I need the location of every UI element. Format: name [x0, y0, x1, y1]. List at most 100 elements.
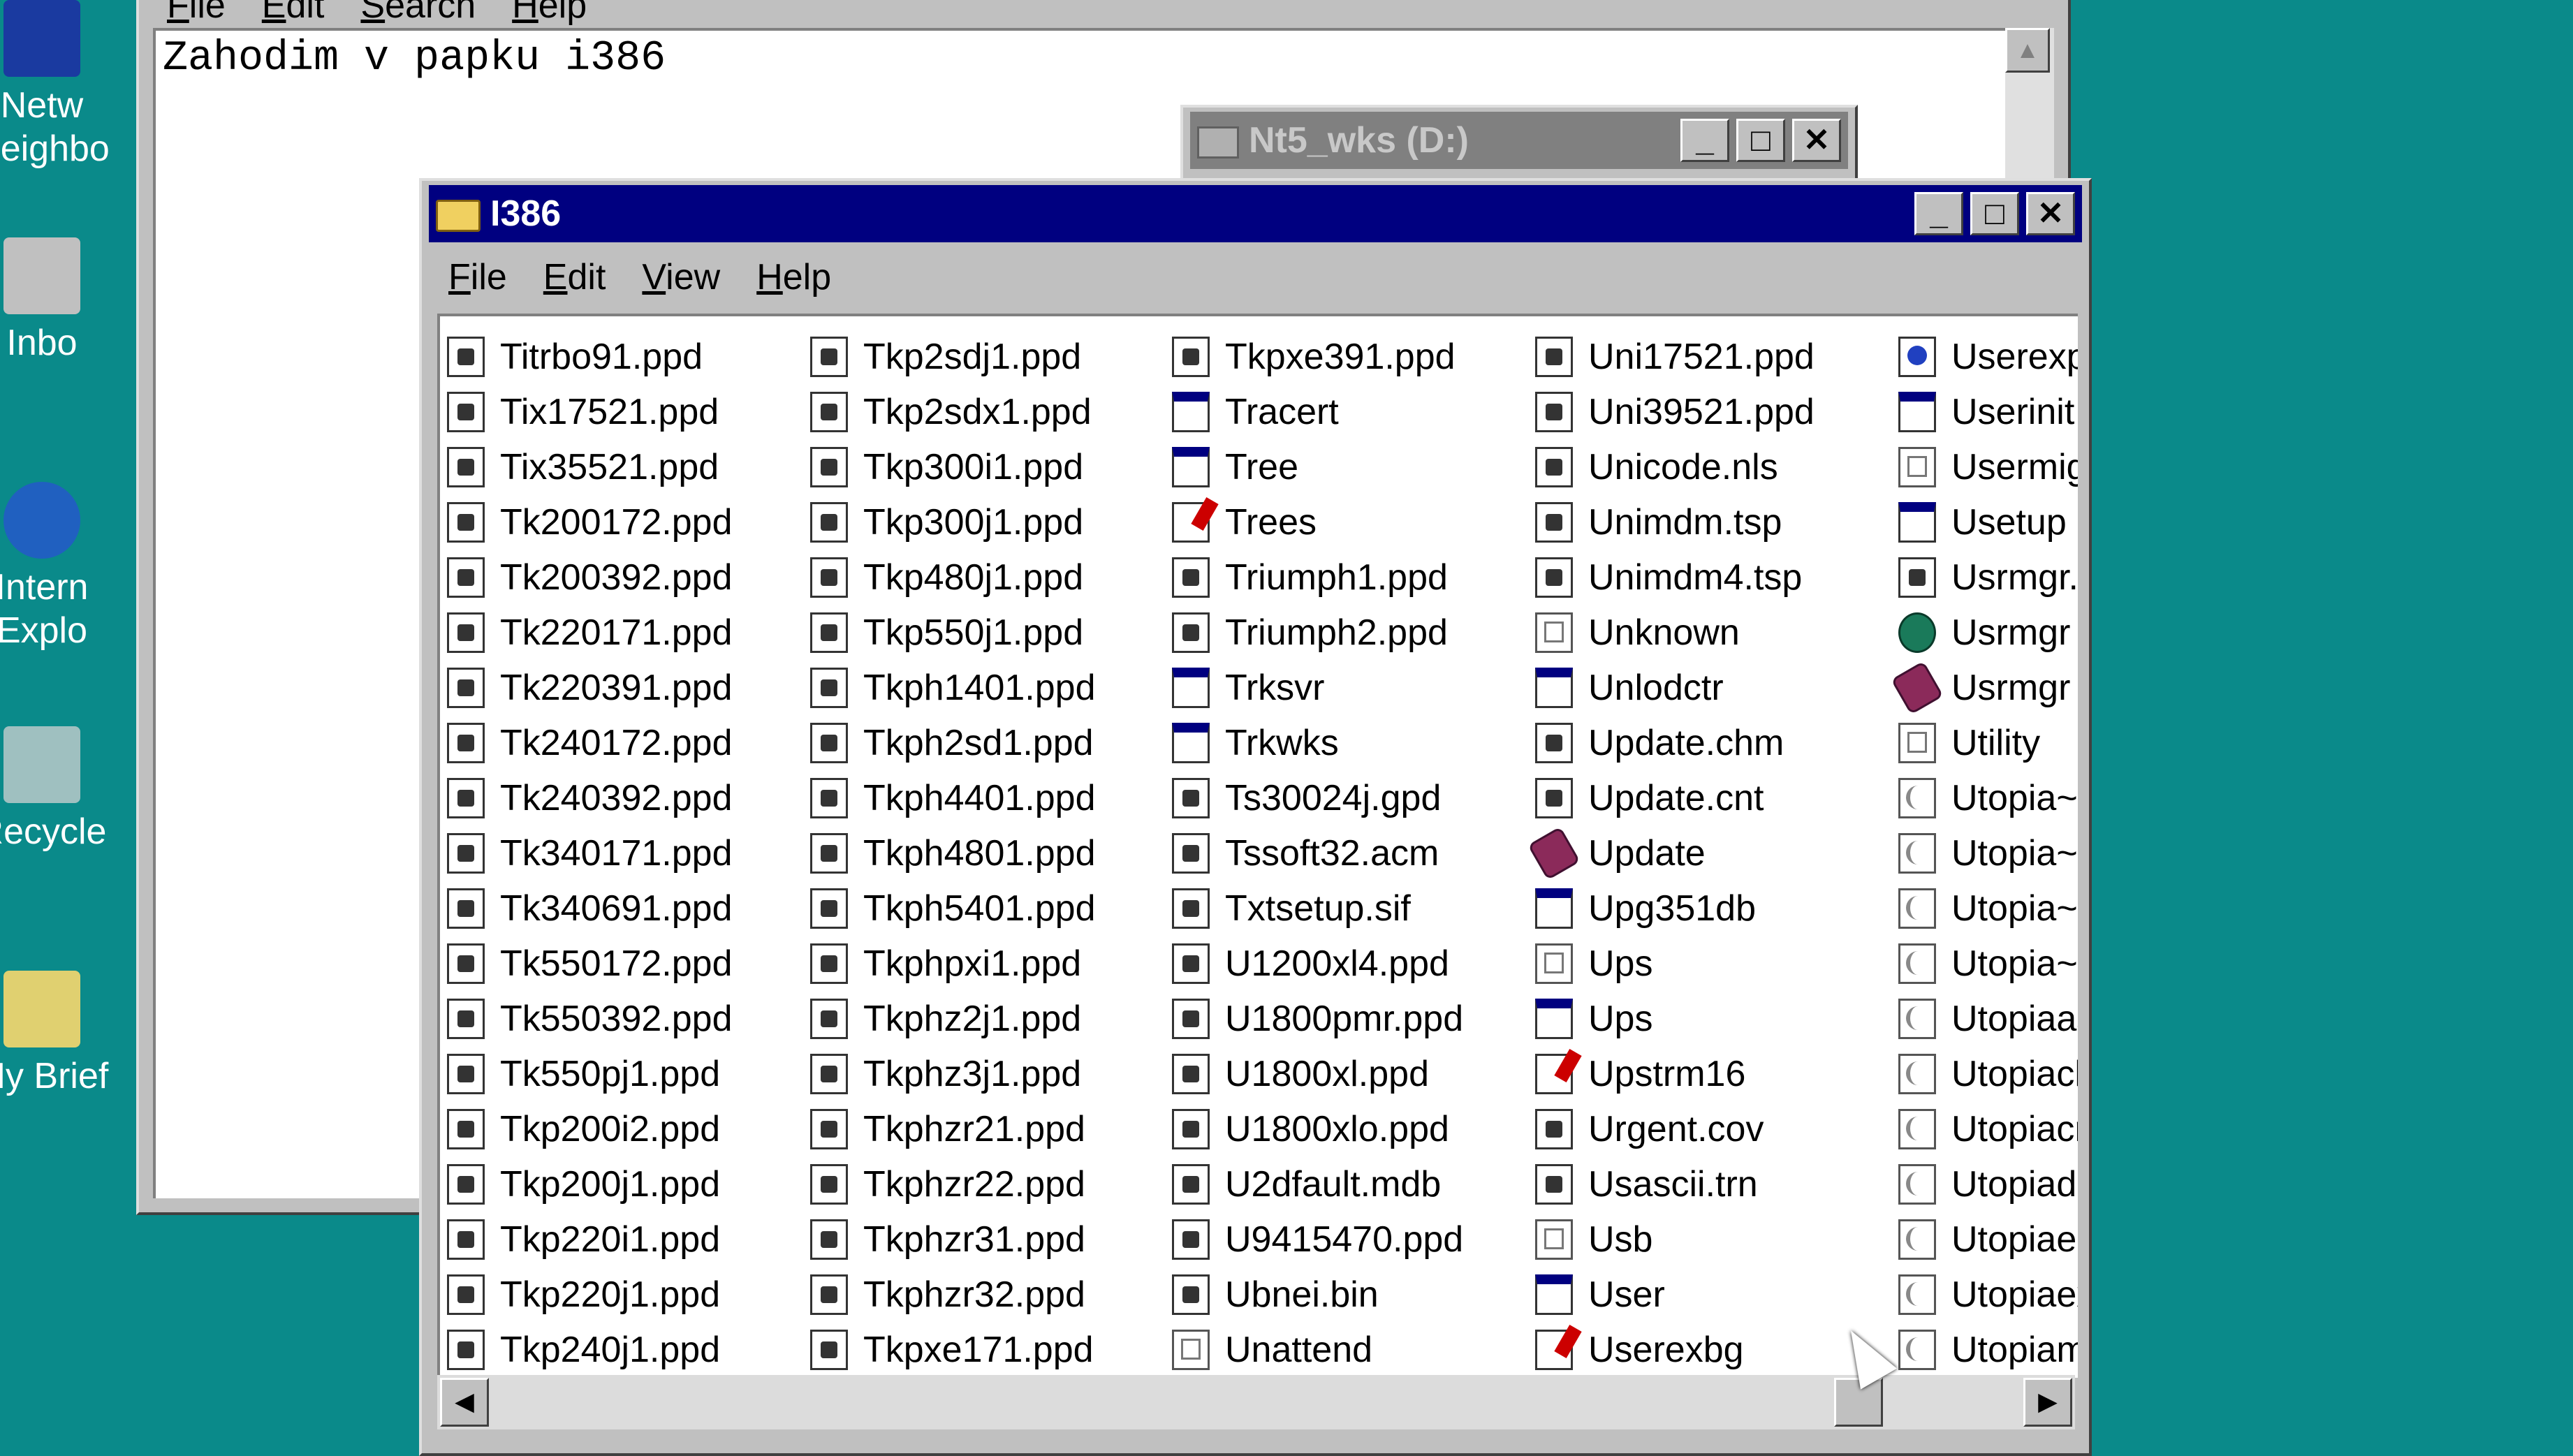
notepad-menu-help[interactable]: Help — [512, 0, 587, 27]
file-item[interactable]: Txtsetup.sif — [1172, 881, 1463, 936]
file-item[interactable]: Utopiaex — [1898, 1267, 2078, 1322]
file-item[interactable]: Utopia~1 — [1898, 770, 2078, 825]
file-item[interactable]: Tkp240j1.ppd — [447, 1322, 733, 1377]
file-item[interactable]: Utopiaas — [1898, 991, 2078, 1046]
file-item[interactable]: Tkphz3j1.ppd — [810, 1046, 1096, 1101]
file-item[interactable]: Tkp550j1.ppd — [810, 605, 1096, 660]
file-item[interactable]: U9415470.ppd — [1172, 1212, 1463, 1267]
file-item[interactable]: Usetup — [1898, 494, 2078, 550]
file-item[interactable]: Uni39521.ppd — [1535, 384, 1815, 439]
file-item[interactable]: Tk240172.ppd — [447, 715, 733, 770]
file-item[interactable]: Utopia~4 — [1898, 936, 2078, 991]
file-item[interactable]: Usrmgr — [1891, 660, 2078, 715]
file-item[interactable]: Userinit — [1898, 384, 2078, 439]
notepad-menu-search[interactable]: Search — [360, 0, 476, 27]
maximize-button[interactable]: □ — [1736, 119, 1785, 162]
file-item[interactable]: User — [1535, 1267, 1815, 1322]
file-item[interactable]: Tkphzr32.ppd — [810, 1267, 1096, 1322]
file-item[interactable]: Triumph2.ppd — [1172, 605, 1463, 660]
notepad-menu-file[interactable]: File — [167, 0, 226, 27]
file-item[interactable]: Triumph1.ppd — [1172, 550, 1463, 605]
file-item[interactable]: U1800xlo.ppd — [1172, 1101, 1463, 1156]
close-button[interactable]: ✕ — [2026, 192, 2075, 235]
folder-window[interactable]: I386 _ □ ✕ File Edit View Help Titrbo91.ppd… — [419, 178, 2092, 1456]
file-item[interactable]: Tkphpxi1.ppd — [810, 936, 1096, 991]
file-item[interactable]: Tkphzr22.ppd — [810, 1156, 1096, 1212]
desktop-icon[interactable]: My Brief — [0, 971, 112, 1098]
file-item[interactable]: Tkp2sdj1.ppd — [810, 329, 1096, 384]
file-item[interactable]: Usrmgr — [1898, 605, 2078, 660]
close-button[interactable]: ✕ — [1792, 119, 1841, 162]
file-item[interactable]: Utopia~2 — [1898, 825, 2078, 881]
file-item[interactable]: Tkp220j1.ppd — [447, 1267, 733, 1322]
scroll-right-arrow-icon[interactable]: ▶ — [2023, 1378, 2072, 1427]
file-item[interactable]: Utopia~3 — [1898, 881, 2078, 936]
file-item[interactable]: Tkp300j1.ppd — [810, 494, 1096, 550]
file-item[interactable]: Ups — [1535, 936, 1815, 991]
file-item[interactable]: Trkwks — [1172, 715, 1463, 770]
file-item[interactable]: Tk340171.ppd — [447, 825, 733, 881]
file-item[interactable]: Tracert — [1172, 384, 1463, 439]
file-item[interactable]: Ubnei.bin — [1172, 1267, 1463, 1322]
desktop-icon[interactable]: NetwNeighbo — [0, 0, 112, 170]
folder-menu-view[interactable]: View — [642, 256, 720, 298]
file-item[interactable]: U1800xl.ppd — [1172, 1046, 1463, 1101]
file-item[interactable]: Ups — [1535, 991, 1815, 1046]
minimize-button[interactable]: _ — [1914, 192, 1963, 235]
desktop-icon[interactable]: Recycle — [0, 726, 112, 853]
desktop-icon[interactable]: Inbo — [0, 237, 112, 365]
file-item[interactable]: Tk550172.ppd — [447, 936, 733, 991]
file-item[interactable]: U2dfault.mdb — [1172, 1156, 1463, 1212]
file-item[interactable]: Unimdm.tsp — [1535, 494, 1815, 550]
file-item[interactable]: Tk200172.ppd — [447, 494, 733, 550]
file-item[interactable]: Tkph2sd1.ppd — [810, 715, 1096, 770]
file-item[interactable]: Titrbo91.ppd — [447, 329, 733, 384]
file-item[interactable]: Tkp220i1.ppd — [447, 1212, 733, 1267]
file-item[interactable]: Usascii.trn — [1535, 1156, 1815, 1212]
file-item[interactable]: Tk550pj1.ppd — [447, 1046, 733, 1101]
file-item[interactable]: Tkpxe171.ppd — [810, 1322, 1096, 1377]
folder-window-titlebar[interactable]: I386 _ □ ✕ — [429, 185, 2082, 242]
folder-menu-help[interactable]: Help — [756, 256, 831, 298]
file-item[interactable]: Tkp300i1.ppd — [810, 439, 1096, 494]
file-item[interactable]: Usrmgr.c — [1898, 550, 2078, 605]
file-item[interactable]: Tkp200j1.ppd — [447, 1156, 733, 1212]
drive-window-titlebar[interactable]: Nt5_wks (D:) _ □ ✕ — [1190, 112, 1848, 169]
file-item[interactable]: U1800pmr.ppd — [1172, 991, 1463, 1046]
file-item[interactable]: Unicode.nls — [1535, 439, 1815, 494]
file-item[interactable]: Tix35521.ppd — [447, 439, 733, 494]
desktop-icon[interactable]: Intern Explo — [0, 482, 112, 652]
file-list[interactable]: Titrbo91.ppd Tix17521.ppd Tix35521.ppd Tk20… — [437, 314, 2078, 1378]
file-item[interactable]: Tkph4801.ppd — [810, 825, 1096, 881]
file-item[interactable]: Unattend — [1172, 1322, 1463, 1377]
file-item[interactable]: Tk220171.ppd — [447, 605, 733, 660]
scroll-up-arrow-icon[interactable]: ▲ — [2005, 28, 2050, 73]
file-item[interactable]: Utopiama — [1898, 1322, 2078, 1377]
file-item[interactable]: Usb — [1535, 1212, 1815, 1267]
file-item[interactable]: Tkph1401.ppd — [810, 660, 1096, 715]
file-item[interactable]: Tk240392.ppd — [447, 770, 733, 825]
file-item[interactable]: Trksvr — [1172, 660, 1463, 715]
file-item[interactable]: Urgent.cov — [1535, 1101, 1815, 1156]
file-item[interactable]: Update — [1527, 825, 1815, 881]
scroll-left-arrow-icon[interactable]: ◀ — [440, 1378, 489, 1427]
folder-menu-edit[interactable]: Edit — [543, 256, 606, 298]
folder-menu-file[interactable]: File — [448, 256, 507, 298]
file-item[interactable]: Tkphz2j1.ppd — [810, 991, 1096, 1046]
file-item[interactable]: Upg351db — [1535, 881, 1815, 936]
file-item[interactable]: Tree — [1172, 439, 1463, 494]
file-item[interactable]: Upstrm16 — [1535, 1046, 1815, 1101]
file-item[interactable]: Tkpxe391.ppd — [1172, 329, 1463, 384]
file-item[interactable]: Tk220391.ppd — [447, 660, 733, 715]
file-item[interactable]: Utility — [1898, 715, 2078, 770]
file-item[interactable]: Unlodctr — [1535, 660, 1815, 715]
file-item[interactable]: Tk550392.ppd — [447, 991, 733, 1046]
file-item[interactable]: Tkp2sdx1.ppd — [810, 384, 1096, 439]
file-item[interactable]: Unimdm4.tsp — [1535, 550, 1815, 605]
file-item[interactable]: Tkph5401.ppd — [810, 881, 1096, 936]
file-item[interactable]: Uni17521.ppd — [1535, 329, 1815, 384]
file-item[interactable]: Usermig — [1898, 439, 2078, 494]
file-item[interactable]: Utopiacl — [1898, 1046, 2078, 1101]
file-item[interactable]: U1200xl4.ppd — [1172, 936, 1463, 991]
file-item[interactable]: Utopiade — [1898, 1156, 2078, 1212]
